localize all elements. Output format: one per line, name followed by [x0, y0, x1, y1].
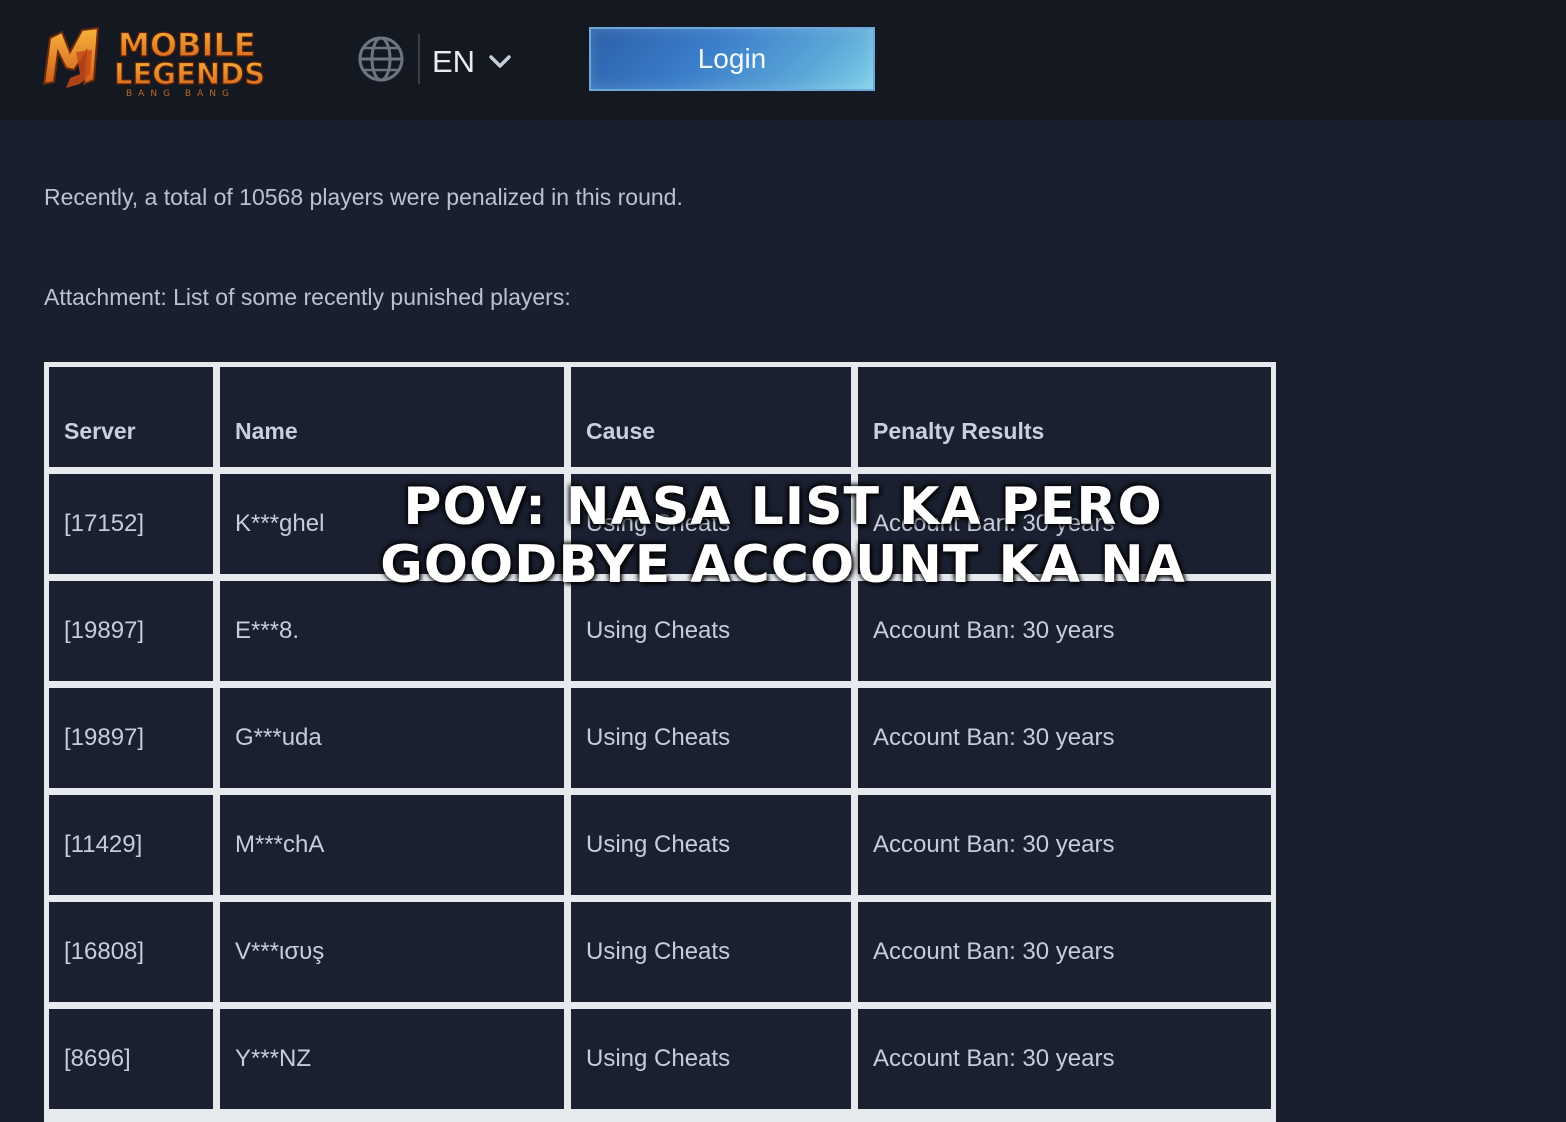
language-selector[interactable]: EN — [432, 40, 511, 84]
caption-overlay: POV: NASA LIST KA PERO GOODBYE ACCOUNT K… — [0, 478, 1566, 594]
cell-server: [19897] — [49, 688, 213, 788]
cell-cause: Using Cheats — [571, 581, 851, 681]
column-header-server: Server — [49, 367, 213, 467]
cell-penalty: Account Ban: 30 years — [858, 795, 1271, 895]
svg-text:BANG BANG: BANG BANG — [126, 89, 235, 98]
cell-server: [11429] — [49, 795, 213, 895]
globe-icon[interactable] — [356, 34, 406, 84]
penalty-summary-text: Recently, a total of 10568 players were … — [44, 184, 683, 210]
login-button[interactable]: Login — [589, 27, 875, 91]
language-label: EN — [432, 44, 476, 79]
cell-server: [16808] — [49, 902, 213, 1002]
cell-cause: Using Cheats — [571, 902, 851, 1002]
cell-cause: Using Cheats — [571, 1009, 851, 1109]
cell-name: Y***NZ — [220, 1009, 564, 1109]
chevron-down-icon — [489, 55, 511, 68]
table-row: [19897] G***uda Using Cheats Account Ban… — [49, 688, 1271, 788]
cell-name: E***8. — [220, 581, 564, 681]
cell-name: M***chA — [220, 795, 564, 895]
language-divider — [418, 34, 420, 84]
cell-cause: Using Cheats — [571, 688, 851, 788]
caption-line-2: GOODBYE ACCOUNT KA NA — [380, 535, 1186, 595]
cell-cause: Using Cheats — [571, 795, 851, 895]
cell-server: [19897] — [49, 581, 213, 681]
svg-text:LEGENDS: LEGENDS — [114, 57, 265, 91]
cell-penalty: Account Ban: 30 years — [858, 688, 1271, 788]
caption-line-1: POV: NASA LIST KA PERO — [403, 477, 1163, 537]
column-header-name: Name — [220, 367, 564, 467]
column-header-cause: Cause — [571, 367, 851, 467]
cell-name: V***ισυş — [220, 902, 564, 1002]
table-row: [19897] E***8. Using Cheats Account Ban:… — [49, 581, 1271, 681]
table-row: [8696] Y***NZ Using Cheats Account Ban: … — [49, 1009, 1271, 1109]
table-header-row: Server Name Cause Penalty Results — [49, 367, 1271, 467]
table-row: [16808] V***ισυş Using Cheats Account Ba… — [49, 902, 1271, 1002]
attachment-label: Attachment: List of some recently punish… — [44, 284, 571, 310]
cell-name: G***uda — [220, 688, 564, 788]
cell-server: [8696] — [49, 1009, 213, 1109]
punished-players-table: Server Name Cause Penalty Results [17152… — [44, 362, 1276, 1122]
cell-penalty: Account Ban: 30 years — [858, 1009, 1271, 1109]
top-navigation-bar: MOBILE LEGENDS BANG BANG EN Login — [0, 0, 1566, 120]
table-row: [11429] M***chA Using Cheats Account Ban… — [49, 795, 1271, 895]
cell-penalty: Account Ban: 30 years — [858, 902, 1271, 1002]
column-header-penalty: Penalty Results — [858, 367, 1271, 467]
mobile-legends-logo[interactable]: MOBILE LEGENDS BANG BANG — [40, 22, 295, 98]
cell-penalty: Account Ban: 30 years — [858, 581, 1271, 681]
